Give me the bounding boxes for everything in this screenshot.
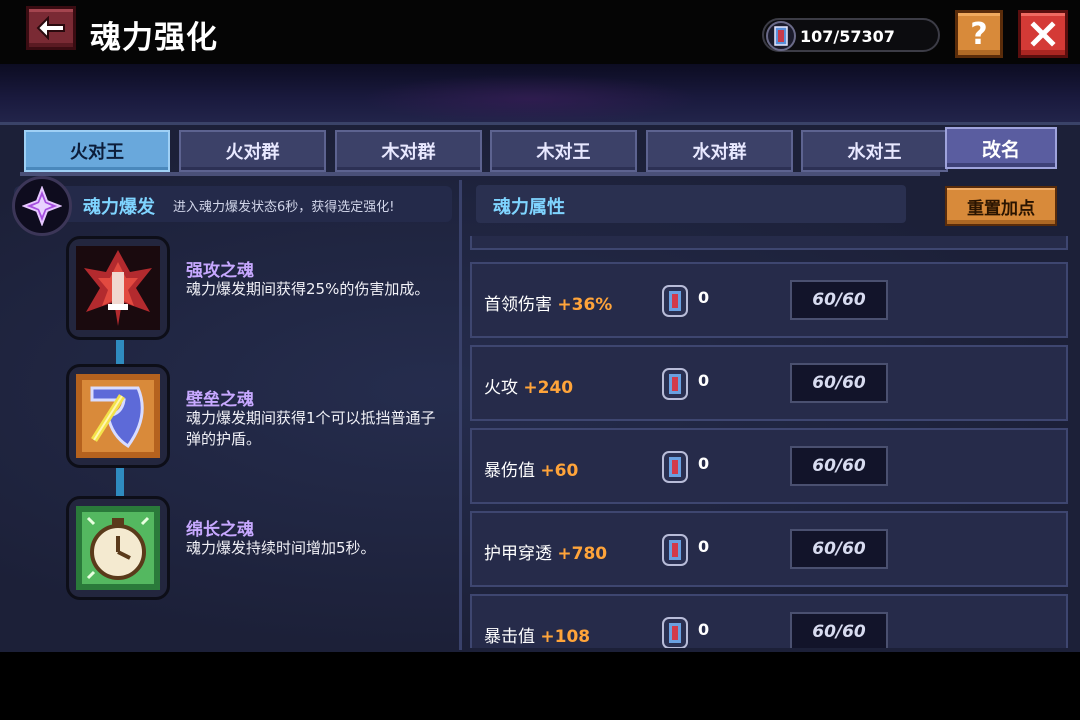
reset-points-button[interactable]: 重置加点 — [945, 186, 1057, 226]
skill-name: 绵长之魂 — [186, 520, 254, 540]
soul-crystal-counter: 107/57307 — [762, 18, 940, 52]
soul-burst-title: 魂力爆发 — [83, 197, 155, 218]
attribute-label: 暴伤值 +60 — [484, 456, 578, 481]
attribute-label: 火攻 +240 — [484, 373, 573, 398]
skill-description: 魂力爆发期间获得25%的伤害加成。 — [186, 280, 430, 298]
tab-label: 木对王 — [536, 142, 591, 163]
attribute-cost: 0 — [698, 371, 710, 390]
attribute-bonus: +108 — [540, 627, 591, 647]
tab-label: 火对王 — [70, 142, 124, 163]
attribute-name: 暴击值 — [484, 627, 535, 647]
soul-crystal-icon — [766, 21, 796, 51]
arrow-left-icon — [36, 16, 65, 40]
skill-slot-power[interactable] — [66, 236, 170, 340]
attribute-bonus: +36% — [557, 295, 613, 315]
attribute-row: 暴伤值 +60 0 60/60 — [470, 428, 1068, 504]
attribute-bonus: +780 — [557, 544, 608, 564]
skill-slot-duration[interactable] — [66, 496, 170, 600]
attribute-name: 暴伤值 — [484, 461, 535, 481]
tab-water-vs-boss[interactable]: 水对王 — [801, 130, 948, 172]
tab-label: 火对群 — [225, 142, 280, 163]
attribute-label: 暴击值 +108 — [484, 622, 590, 647]
clock-spirit-icon — [76, 506, 160, 590]
tab-water-vs-group[interactable]: 水对群 — [646, 130, 793, 172]
attribute-list[interactable]: 首领伤害 +36% 0 60/60 火攻 +240 0 60/60 暴伤值 +6… — [470, 236, 1070, 648]
attribute-level[interactable]: 60/60 — [790, 446, 888, 486]
attribute-level[interactable]: 60/60 — [790, 529, 888, 569]
attribute-level[interactable]: 60/60 — [790, 363, 888, 403]
fire-spirit-icon — [76, 246, 160, 330]
attribute-row: 火攻 +240 0 60/60 — [470, 345, 1068, 421]
attribute-cost: 0 — [698, 620, 710, 639]
question-icon: ? — [970, 16, 988, 52]
skill-description: 魂力爆发持续时间增加5秒。 — [186, 539, 376, 557]
attributes-title: 魂力属性 — [493, 197, 565, 218]
tab-wood-vs-group[interactable]: 木对群 — [335, 130, 482, 172]
soul-crystal-icon — [662, 285, 688, 317]
attribute-name: 首领伤害 — [484, 295, 552, 315]
attribute-cost: 0 — [698, 288, 710, 307]
tab-underline — [20, 172, 940, 176]
attribute-label: 护甲穿透 +780 — [484, 539, 607, 564]
top-bar: 魂力强化 107/57307 ? — [0, 0, 1080, 64]
attribute-name: 护甲穿透 — [484, 544, 552, 564]
tab-label: 水对群 — [692, 142, 747, 163]
tab-fire-vs-group[interactable]: 火对群 — [179, 130, 326, 172]
tab-label: 水对王 — [847, 142, 902, 163]
attribute-bonus: +60 — [540, 461, 579, 481]
soul-burst-description: 进入魂力爆发状态6秒，获得选定强化! — [173, 200, 395, 215]
reset-label: 重置加点 — [967, 198, 1035, 219]
attribute-label: 首领伤害 +36% — [484, 290, 612, 315]
soul-crystal-icon — [662, 617, 688, 648]
bottom-letterbox — [0, 652, 1080, 720]
attribute-name: 火攻 — [484, 378, 518, 398]
help-button[interactable]: ? — [955, 10, 1003, 58]
rename-label: 改名 — [981, 138, 1020, 161]
tab-label: 木对群 — [381, 142, 436, 163]
skill-name: 强攻之魂 — [186, 261, 254, 281]
scene-background — [0, 64, 1080, 124]
rename-button[interactable]: 改名 — [945, 127, 1057, 169]
tab-wood-vs-boss[interactable]: 木对王 — [490, 130, 637, 172]
back-button[interactable] — [26, 6, 76, 50]
attribute-row: 首领伤害 +36% 0 60/60 — [470, 262, 1068, 338]
attribute-row: 暴击值 +108 0 60/60 — [470, 594, 1068, 648]
tab-fire-vs-boss[interactable]: 火对王 — [24, 130, 170, 172]
soul-crystal-value: 107/57307 — [800, 27, 895, 46]
close-button[interactable] — [1018, 10, 1068, 58]
attribute-cost: 0 — [698, 454, 710, 473]
soul-crystal-icon — [662, 368, 688, 400]
shield-spirit-icon — [76, 374, 160, 458]
attribute-row — [470, 236, 1068, 250]
soul-crystal-icon — [662, 451, 688, 483]
skill-slot-bulwark[interactable] — [66, 364, 170, 468]
attribute-level[interactable]: 60/60 — [790, 280, 888, 320]
soul-crystal-icon — [662, 534, 688, 566]
soul-burst-icon — [12, 176, 72, 236]
crystal-star-icon — [22, 186, 62, 226]
close-icon — [1030, 21, 1056, 47]
page-title: 魂力强化 — [90, 20, 218, 56]
attribute-level[interactable]: 60/60 — [790, 612, 888, 648]
attribute-cost: 0 — [698, 537, 710, 556]
skill-description: 魂力爆发期间获得1个可以抵挡普通子弹的护盾。 — [186, 409, 436, 448]
attribute-bonus: +240 — [523, 378, 574, 398]
skill-name: 壁垒之魂 — [186, 390, 254, 410]
column-divider — [459, 180, 462, 650]
attribute-row: 护甲穿透 +780 0 60/60 — [470, 511, 1068, 587]
